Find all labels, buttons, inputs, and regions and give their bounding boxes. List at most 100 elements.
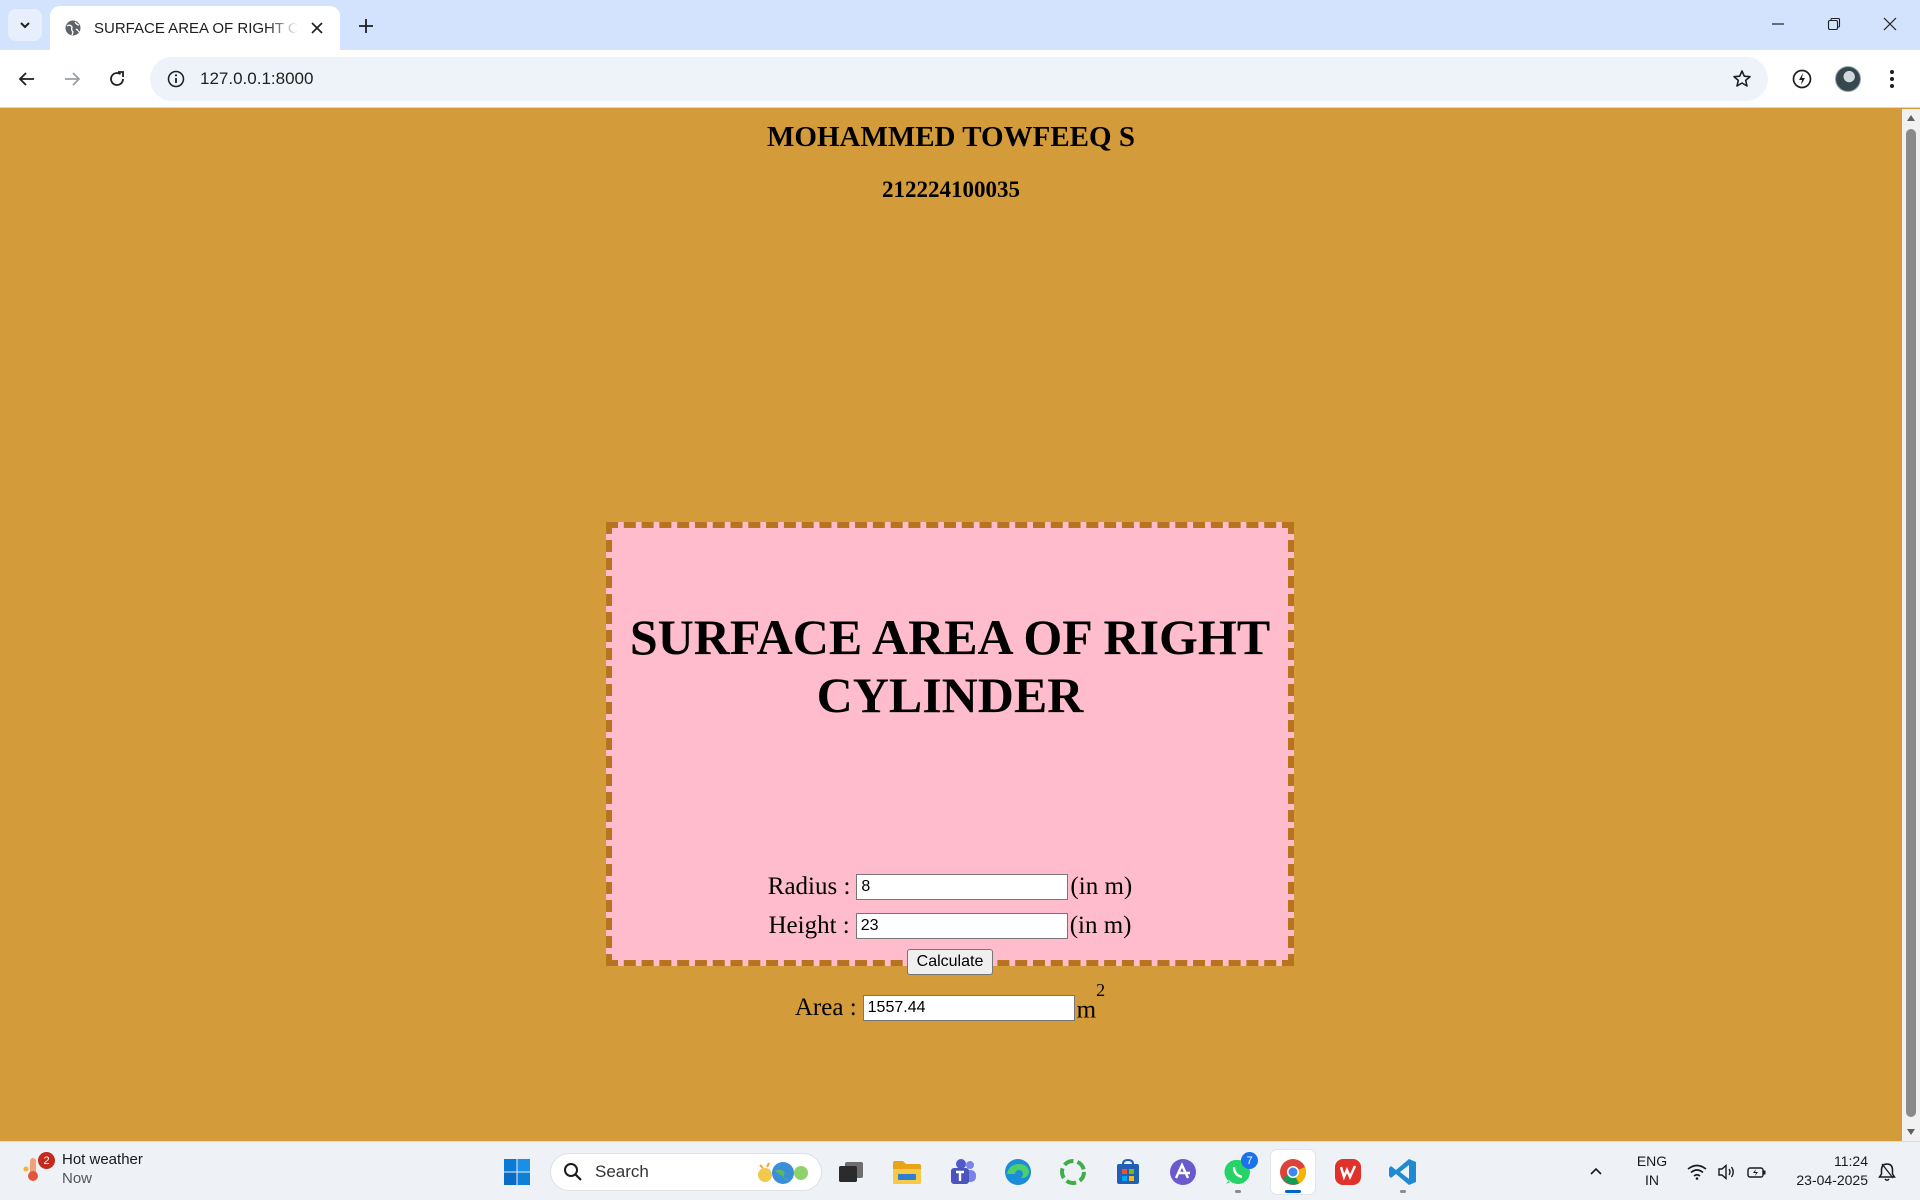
page-scrollbar[interactable]	[1902, 109, 1920, 1141]
windows-logo-icon	[504, 1159, 530, 1185]
browser-tab[interactable]: SURFACE AREA OF RIGHT CYLINDER	[50, 6, 340, 50]
notifications-button[interactable]	[1870, 1150, 1904, 1194]
arrow-left-icon	[18, 72, 34, 86]
system-clock[interactable]: 11:24 23-04-2025	[1784, 1152, 1868, 1190]
area-row: Area : m2	[612, 980, 1288, 1024]
search-label: Search	[595, 1162, 649, 1181]
running-indicator	[1235, 1190, 1241, 1193]
chrome-button[interactable]	[1271, 1150, 1315, 1194]
close-icon	[1883, 17, 1897, 31]
url-text: 127.0.0.1:8000	[200, 69, 314, 88]
wps-office-icon	[1335, 1159, 1361, 1185]
page-title: SURFACE AREA OF RIGHT CYLINDER	[629, 609, 1271, 723]
file-explorer-button[interactable]	[885, 1150, 929, 1194]
battery-charging-icon	[1747, 1167, 1766, 1178]
wps-office-button[interactable]	[1326, 1150, 1370, 1194]
author-name: MOHAMMED TOWFEEQ S	[767, 121, 1135, 153]
scroll-down-arrow-icon[interactable]	[1905, 1126, 1917, 1138]
scrollbar-thumb[interactable]	[1906, 129, 1916, 1117]
running-indicator	[1400, 1190, 1406, 1193]
area-unit-base: m	[1076, 996, 1097, 1024]
performance-icon[interactable]	[1786, 63, 1818, 95]
address-bar[interactable]: 127.0.0.1:8000	[150, 57, 1768, 101]
store-icon	[1117, 1158, 1139, 1184]
radius-unit: (in m)	[1070, 873, 1133, 900]
task-view-button[interactable]	[829, 1150, 873, 1194]
tab-strip: SURFACE AREA OF RIGHT CYLINDER	[0, 0, 1920, 50]
globe-icon	[65, 20, 81, 36]
edge-button[interactable]	[996, 1150, 1040, 1194]
whatsapp-button[interactable]: 7	[1216, 1150, 1260, 1194]
chrome-icon	[1280, 1159, 1306, 1185]
reload-button[interactable]	[99, 61, 135, 97]
calculate-button[interactable]: Calculate	[906, 949, 994, 975]
store-button[interactable]	[1106, 1150, 1150, 1194]
close-window-button[interactable]	[1862, 0, 1918, 48]
vscode-button[interactable]	[1381, 1150, 1425, 1194]
thermometer-icon: 2	[22, 1152, 55, 1183]
height-row: Height : (in m)	[612, 912, 1288, 940]
restore-button[interactable]	[1806, 0, 1862, 48]
vpn-app-button[interactable]	[1161, 1150, 1205, 1194]
tab-search-button[interactable]	[8, 9, 42, 41]
profile-avatar[interactable]	[1832, 63, 1864, 95]
triangle-app-icon	[1170, 1159, 1196, 1185]
new-tab-button[interactable]	[352, 12, 380, 40]
clock-date: 23-04-2025	[1796, 1172, 1868, 1188]
app-circle-button[interactable]	[1051, 1150, 1095, 1194]
start-button[interactable]	[495, 1150, 539, 1194]
area-unit: m2	[1076, 980, 1105, 1024]
language-indicator[interactable]: ENG IN	[1634, 1152, 1670, 1190]
tab-title: SURFACE AREA OF RIGHT CYLINDER	[94, 19, 298, 37]
bell-icon	[1878, 1163, 1896, 1181]
battery-button[interactable]	[1742, 1150, 1772, 1194]
height-label: Height :	[768, 912, 850, 939]
region-code: IN	[1645, 1172, 1659, 1188]
register-number: 212224100035	[882, 177, 1020, 202]
site-info-icon[interactable]	[156, 57, 196, 101]
language-code: ENG	[1636, 1153, 1668, 1169]
bookmark-star-icon[interactable]	[1730, 67, 1754, 91]
clock-time: 11:24	[1834, 1153, 1868, 1169]
area-label: Area :	[794, 994, 857, 1022]
edge-icon	[1005, 1159, 1031, 1185]
loop-circle-icon	[1060, 1159, 1086, 1185]
scroll-up-arrow-icon[interactable]	[1905, 112, 1917, 124]
teams-icon	[951, 1159, 976, 1184]
calculate-row: Calculate	[612, 949, 1288, 975]
whatsapp-badge: 7	[1241, 1152, 1258, 1169]
height-input[interactable]	[855, 913, 1068, 939]
radius-label: Radius :	[767, 873, 851, 900]
wifi-button[interactable]	[1682, 1150, 1712, 1194]
minimize-button[interactable]	[1750, 0, 1806, 48]
minimize-icon	[1772, 23, 1784, 25]
back-button[interactable]	[9, 61, 45, 97]
speaker-icon	[1718, 1164, 1734, 1180]
area-unit-exponent: 2	[1096, 980, 1106, 1000]
menu-button[interactable]	[1876, 63, 1908, 95]
chevron-up-icon	[1590, 1167, 1602, 1175]
search-icon	[564, 1163, 582, 1181]
show-hidden-icons-button[interactable]	[1580, 1150, 1612, 1194]
more-vertical-icon	[1890, 70, 1894, 88]
close-tab-icon[interactable]	[306, 17, 328, 39]
volume-button[interactable]	[1712, 1150, 1742, 1194]
wifi-icon	[1687, 1164, 1707, 1180]
search-highlight-icon	[758, 1162, 808, 1184]
forward-button[interactable]	[54, 61, 90, 97]
folder-icon	[893, 1161, 921, 1184]
plus-icon	[359, 19, 373, 33]
task-view-icon	[839, 1162, 863, 1182]
reload-icon	[110, 71, 124, 86]
browser-toolbar: 127.0.0.1:8000	[0, 50, 1920, 108]
weather-badge: 2	[38, 1152, 55, 1169]
teams-button[interactable]	[941, 1150, 985, 1194]
taskbar-search[interactable]: Search	[550, 1153, 822, 1191]
chevron-down-icon	[20, 22, 30, 29]
vscode-icon	[1389, 1159, 1416, 1185]
height-unit: (in m)	[1069, 912, 1132, 939]
radius-input[interactable]	[856, 874, 1069, 900]
area-output[interactable]	[862, 995, 1075, 1022]
weather-widget[interactable]: 2 Hot weather Now	[22, 1150, 143, 1188]
active-indicator	[1285, 1190, 1301, 1193]
